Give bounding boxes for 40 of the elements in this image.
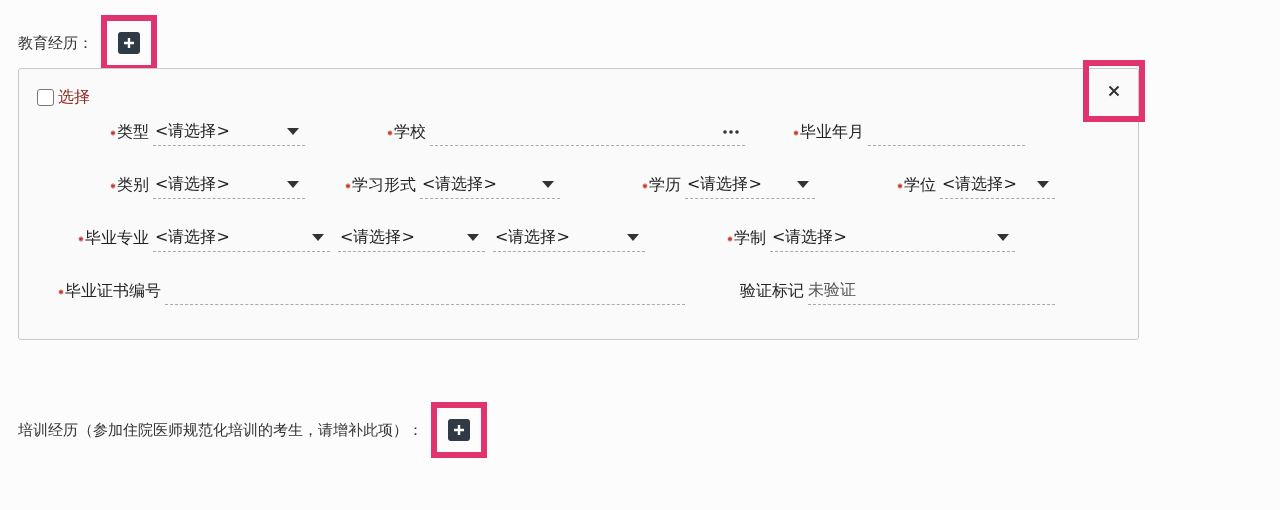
dropdown[interactable]: <请选择> [685, 171, 815, 199]
caret-icon [542, 180, 554, 189]
add-button[interactable] [118, 32, 140, 54]
field-label: 学习形式 [352, 174, 416, 196]
dropdown[interactable]: <请选择> [420, 171, 560, 199]
add-button[interactable] [448, 419, 470, 441]
plus-icon [123, 37, 135, 49]
dropdown[interactable]: <请选择> [770, 224, 1015, 252]
plus-icon [453, 424, 465, 436]
caret-icon [797, 180, 809, 189]
field-label: 毕业年月 [800, 121, 864, 143]
select-checkbox[interactable]: 选择 [37, 87, 90, 108]
checkbox[interactable] [37, 89, 54, 106]
field-label: 学历 [649, 174, 681, 196]
dropdown[interactable]: <请选择> [493, 224, 645, 252]
field-label: 毕业专业 [85, 227, 149, 249]
field-value: 未验证 [808, 277, 1055, 305]
section-label: 教育经历： [18, 33, 93, 53]
field-label: 毕业证书编号 [65, 280, 161, 302]
caret-icon [287, 180, 299, 189]
dropdown[interactable]: <请选择> [153, 171, 305, 199]
field-label: 学制 [734, 227, 766, 249]
dropdown[interactable]: <请选择> [940, 171, 1055, 199]
caret-icon [627, 233, 639, 242]
caret-icon [467, 233, 479, 242]
dropdown[interactable]: <请选择> [338, 224, 485, 252]
field-label: 学校 [394, 121, 426, 143]
field-label: 类型 [117, 121, 149, 143]
close-icon [1108, 85, 1120, 97]
dropdown[interactable]: <请选择> [153, 118, 305, 146]
caret-icon [1037, 180, 1049, 189]
dropdown[interactable]: <请选择> [153, 224, 330, 252]
caret-icon [287, 127, 299, 136]
field-label: 学位 [904, 174, 936, 196]
section-label: 培训经历（参加住院医师规范化培训的考生，请增补此项）： [18, 420, 423, 440]
more-icon[interactable] [723, 129, 739, 134]
field-label: 类别 [117, 174, 149, 196]
caret-icon [997, 233, 1009, 242]
caret-icon [312, 233, 324, 242]
field-label: 验证标记 [740, 280, 804, 302]
